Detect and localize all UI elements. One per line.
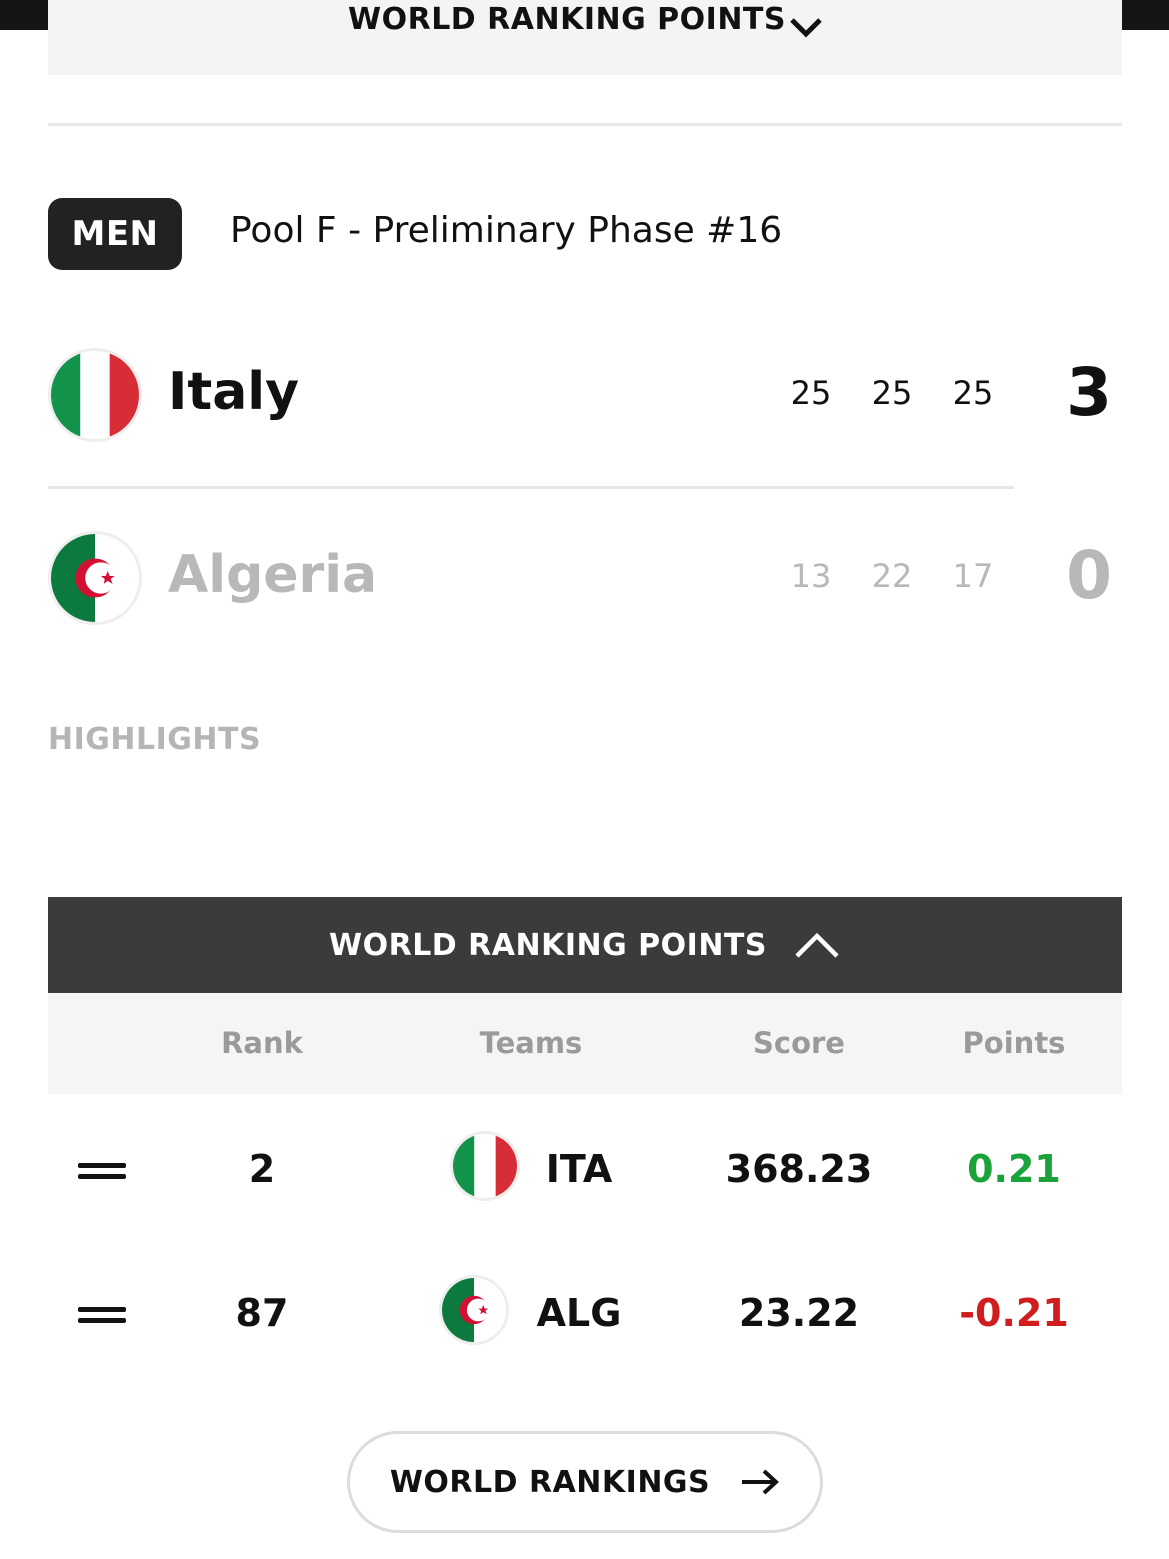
highlights-heading: HIGHLIGHTS bbox=[48, 722, 262, 757]
arrow-right-icon bbox=[742, 1469, 780, 1495]
gender-badge: MEN bbox=[48, 198, 182, 270]
set-score: 25 bbox=[871, 374, 913, 412]
team-code: ITA bbox=[545, 1147, 613, 1191]
italy-flag-icon bbox=[48, 348, 142, 442]
team-name: Italy bbox=[168, 362, 300, 422]
section-divider bbox=[48, 123, 1122, 126]
rank-value: 87 bbox=[235, 1291, 289, 1335]
team-name: Algeria bbox=[168, 545, 378, 605]
world-rankings-label: WORLD RANKINGS bbox=[389, 1464, 711, 1500]
algeria-flag-icon bbox=[439, 1275, 509, 1345]
set-score: 17 bbox=[952, 557, 994, 595]
rank-value: 2 bbox=[248, 1147, 276, 1191]
column-header-teams: Teams bbox=[479, 1026, 583, 1060]
world-ranking-points-toggle[interactable]: WORLD RANKING POINTS bbox=[48, 897, 1122, 993]
points-change: 0.21 bbox=[967, 1147, 1061, 1191]
equal-icon bbox=[78, 1161, 126, 1179]
ranking-table-header: Rank Teams Score Points bbox=[48, 993, 1122, 1094]
table-row: 2 ITA 368.23 0.21 bbox=[48, 1131, 1122, 1211]
team-row-italy[interactable]: Italy 25 25 25 3 bbox=[48, 348, 1122, 448]
chevron-down-icon bbox=[790, 18, 822, 38]
chevron-up-icon bbox=[795, 932, 839, 958]
points-change: -0.21 bbox=[959, 1291, 1069, 1335]
algeria-flag-icon bbox=[48, 531, 142, 625]
previous-ranking-title: WORLD RANKING POINTS bbox=[348, 2, 786, 37]
equal-icon bbox=[78, 1305, 126, 1323]
column-header-score: Score bbox=[753, 1026, 845, 1060]
italy-flag-icon bbox=[450, 1131, 520, 1201]
match-title: Pool F - Preliminary Phase #16 bbox=[230, 210, 783, 251]
set-score: 22 bbox=[871, 557, 913, 595]
match-total: 0 bbox=[1066, 537, 1112, 614]
set-score: 25 bbox=[790, 374, 832, 412]
score-value: 368.23 bbox=[725, 1147, 873, 1191]
score-value: 23.22 bbox=[738, 1291, 860, 1335]
column-header-rank: Rank bbox=[221, 1026, 303, 1060]
set-score: 13 bbox=[790, 557, 832, 595]
world-rankings-button[interactable]: WORLD RANKINGS bbox=[347, 1431, 823, 1533]
table-row: 87 ALG 23.22 -0.21 bbox=[48, 1275, 1122, 1355]
team-row-algeria[interactable]: Algeria 13 22 17 0 bbox=[48, 531, 1122, 631]
column-header-points: Points bbox=[962, 1026, 1066, 1060]
previous-ranking-panel[interactable]: WORLD RANKING POINTS bbox=[48, 0, 1122, 75]
team-code: ALG bbox=[536, 1291, 622, 1335]
match-total: 3 bbox=[1066, 354, 1112, 431]
world-ranking-points-title: WORLD RANKING POINTS bbox=[329, 927, 767, 963]
set-score: 25 bbox=[952, 374, 994, 412]
team-divider bbox=[48, 486, 1014, 489]
